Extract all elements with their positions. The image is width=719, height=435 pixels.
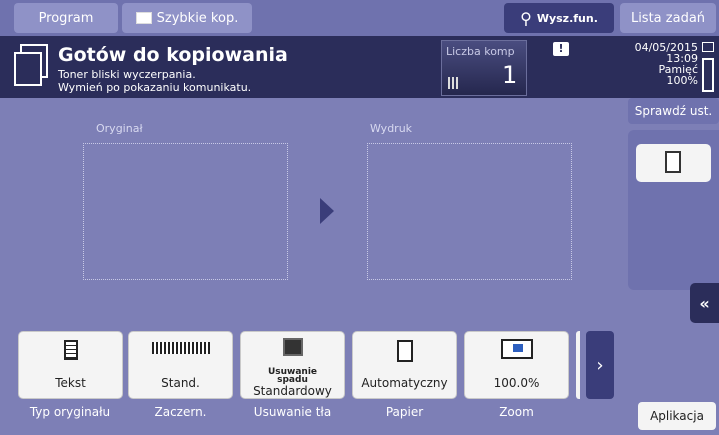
- page-icon: [665, 151, 681, 173]
- search-icon: ⚲: [520, 8, 532, 28]
- copy-icon: [135, 12, 152, 24]
- density-scale-icon: [152, 342, 210, 354]
- document-icon: [14, 44, 48, 86]
- output-preview-frame: [367, 143, 572, 280]
- density-button[interactable]: Stand.: [128, 331, 233, 399]
- original-label: Oryginał: [96, 122, 143, 135]
- mail-icon: [702, 42, 714, 52]
- paper-button[interactable]: Automatyczny: [352, 331, 457, 399]
- copies-value: 1: [502, 61, 518, 89]
- check-settings-label: Sprawdź ust.: [634, 104, 713, 118]
- page-preview-button[interactable]: [636, 144, 711, 182]
- datetime-memory: 04/05/2015 13:09 Pamięć 100%: [598, 42, 698, 86]
- status-message-1: Toner bliski wyczerpania.: [58, 68, 196, 81]
- chevron-right-icon: ›: [596, 354, 604, 376]
- program-label: Program: [38, 10, 94, 26]
- text-doc-icon: [64, 340, 78, 360]
- check-settings-button[interactable]: Sprawdź ust.: [628, 98, 719, 124]
- zoom-caption: Zoom: [499, 405, 534, 419]
- original-type-value: Tekst: [55, 376, 86, 390]
- paper-icon: [397, 340, 413, 362]
- background-removal-caption: Usuwanie tła: [253, 405, 332, 419]
- output-label: Wydruk: [370, 122, 413, 135]
- quick-copy-button[interactable]: Szybkie kop.: [122, 3, 252, 33]
- background-removal-icon: [283, 338, 303, 356]
- search-function-button[interactable]: ⚲ Wysz.fun.: [504, 3, 614, 33]
- double-chevron-left-icon: «: [699, 293, 710, 313]
- status-title: Gotów do kopiowania: [58, 44, 288, 66]
- zoom-button[interactable]: 100.0%: [464, 331, 569, 399]
- status-message-2: Wymień po pokazaniu komunikatu.: [58, 81, 252, 94]
- program-button[interactable]: Program: [14, 3, 118, 33]
- warning-icon[interactable]: !: [553, 42, 569, 56]
- next-function-button-edge: [576, 331, 580, 399]
- scroll-functions-right-button[interactable]: ›: [586, 331, 614, 399]
- original-type-caption: Typ oryginału: [29, 405, 111, 419]
- job-list-button[interactable]: Lista zadań: [620, 3, 716, 33]
- applications-label: Aplikacja: [650, 409, 704, 423]
- background-removal-button[interactable]: Usuwanie spadu Standardowy: [240, 331, 345, 399]
- density-caption: Zaczern.: [154, 405, 207, 419]
- quick-copy-label: Szybkie kop.: [156, 10, 239, 26]
- original-preview-frame: [83, 143, 288, 280]
- search-label: Wysz.fun.: [536, 11, 598, 25]
- paper-value: Automatyczny: [361, 376, 448, 390]
- density-value: Stand.: [161, 376, 200, 390]
- arrow-right-icon: [320, 198, 334, 224]
- keypad-icon: [448, 77, 460, 89]
- paper-caption: Papier: [385, 405, 424, 419]
- job-list-label: Lista zadań: [630, 10, 706, 26]
- zoom-icon: [501, 339, 533, 359]
- collapse-panel-button[interactable]: «: [690, 283, 719, 323]
- copies-counter[interactable]: Liczba komp 1: [441, 40, 527, 96]
- original-type-button[interactable]: Tekst: [18, 331, 123, 399]
- memory-value: 100%: [666, 74, 698, 87]
- copies-label: Liczba komp: [446, 45, 515, 58]
- zoom-value: 100.0%: [493, 376, 540, 390]
- applications-button[interactable]: Aplikacja: [638, 402, 716, 430]
- background-removal-value: Standardowy: [253, 384, 332, 398]
- memory-gauge-icon: [702, 58, 714, 92]
